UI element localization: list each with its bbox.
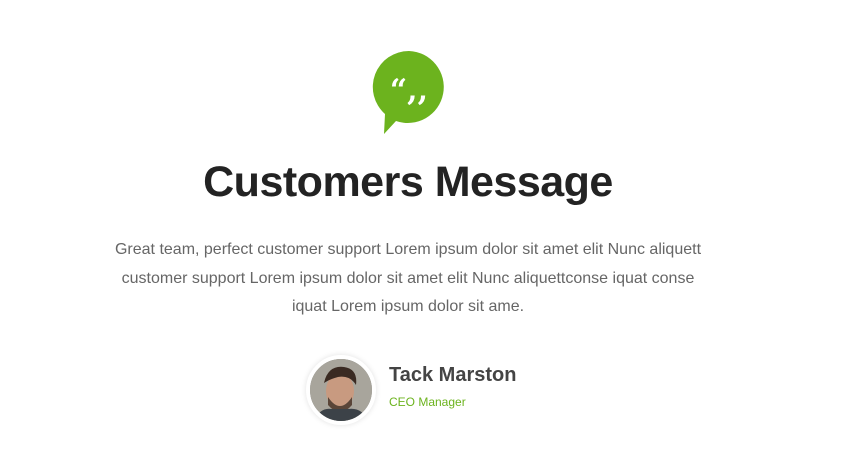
testimonial-message: Great team, perfect customer support Lor… (100, 236, 716, 322)
avatar (306, 355, 376, 425)
author-role: CEO Manager (389, 395, 466, 409)
message-line: Great team, perfect customer support Lor… (114, 241, 702, 258)
author-name: Tack Marston (389, 364, 517, 386)
section-title: Customers Message (203, 158, 613, 206)
message-line: customer support Lorem ipsum dolor sit a… (121, 269, 695, 287)
message-line: iquat Lorem ipsum dolor sit ame. (291, 298, 525, 315)
svg-text:“,,: “,, (390, 73, 428, 108)
quote-bubble-icon: “,, (372, 50, 444, 134)
